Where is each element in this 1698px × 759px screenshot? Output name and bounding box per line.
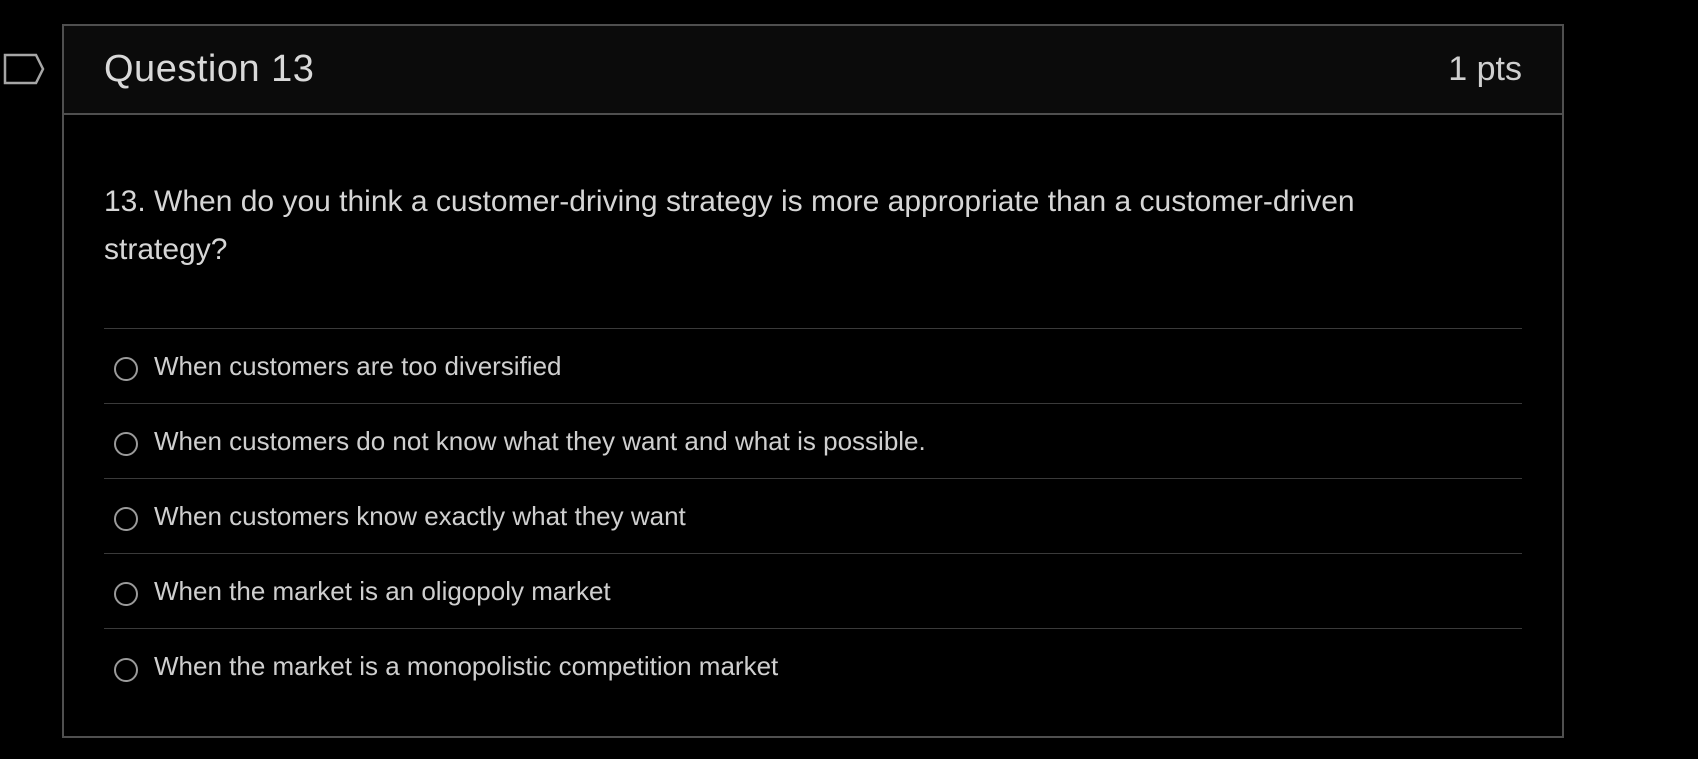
- question-text: 13. When do you think a customer-driving…: [104, 185, 1355, 266]
- answer-label[interactable]: When the market is an oligopoly market: [154, 576, 611, 607]
- answer-label[interactable]: When customers know exactly what they wa…: [154, 501, 686, 532]
- answer-option-4[interactable]: When the market is an oligopoly market: [104, 554, 1522, 629]
- question-body: 13. When do you think a customer-driving…: [64, 178, 1562, 704]
- flag-question-icon[interactable]: [3, 53, 45, 85]
- question-card: Question 13 1 pts 13. When do you think …: [62, 24, 1564, 738]
- question-points: 1 pts: [1448, 50, 1522, 88]
- answer-list: When customers are too diversified When …: [104, 328, 1522, 704]
- answer-option-5[interactable]: When the market is a monopolistic compet…: [104, 629, 1522, 704]
- question-header: Question 13 1 pts: [64, 26, 1562, 115]
- answer-option-3[interactable]: When customers know exactly what they wa…: [104, 479, 1522, 554]
- answer-label[interactable]: When the market is a monopolistic compet…: [154, 651, 778, 682]
- answer-label[interactable]: When customers do not know what they wan…: [154, 426, 926, 457]
- radio-button-icon[interactable]: [114, 582, 138, 606]
- radio-button-icon[interactable]: [114, 357, 138, 381]
- radio-button-icon[interactable]: [114, 507, 138, 531]
- answer-label[interactable]: When customers are too diversified: [154, 351, 562, 382]
- answer-option-1[interactable]: When customers are too diversified: [104, 329, 1522, 404]
- radio-button-icon[interactable]: [114, 432, 138, 456]
- question-title: Question 13: [104, 48, 315, 90]
- answer-option-2[interactable]: When customers do not know what they wan…: [104, 404, 1522, 479]
- radio-button-icon[interactable]: [114, 657, 138, 682]
